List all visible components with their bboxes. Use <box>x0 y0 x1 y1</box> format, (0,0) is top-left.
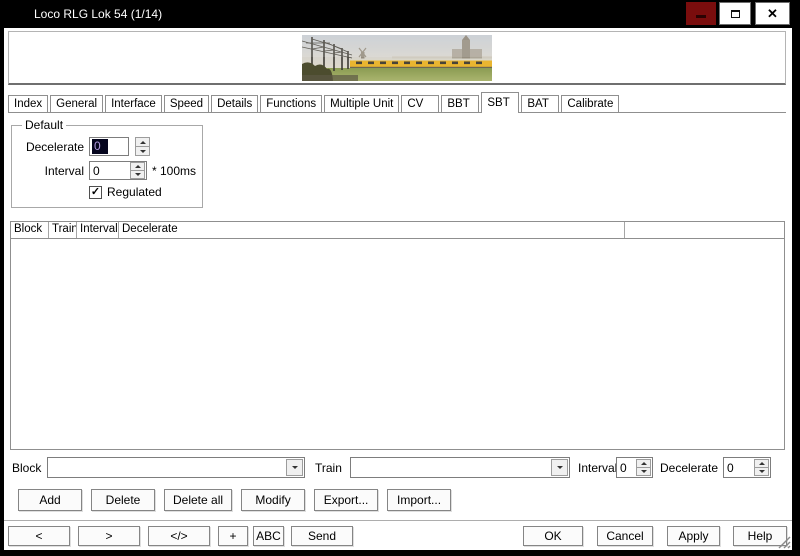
modify-button[interactable]: Modify <box>241 489 305 511</box>
block-combobox-arrow-button[interactable] <box>286 459 303 476</box>
train-combobox-value <box>351 458 550 477</box>
default-decelerate-input[interactable]: 0 <box>89 137 129 156</box>
resize-grip[interactable] <box>778 536 791 549</box>
close-button[interactable]: ✕ <box>755 2 790 25</box>
cancel-button[interactable]: Cancel <box>597 526 653 546</box>
spin-down-icon <box>759 470 765 473</box>
interval-unit-label: * 100ms <box>152 164 196 178</box>
tab-bbt[interactable]: BBT <box>441 95 479 112</box>
default-decelerate-spinner <box>135 137 150 156</box>
entry-train-label: Train <box>315 461 342 475</box>
titlebar[interactable]: Loco RLG Lok 54 (1/14) ✕ <box>0 0 800 28</box>
tab-multiple-unit[interactable]: Multiple Unit <box>324 95 399 112</box>
spin-up-icon <box>641 462 647 465</box>
default-interval-label: Interval <box>20 164 84 178</box>
dropdown-icon <box>292 466 298 469</box>
add-button[interactable]: Add <box>18 489 82 511</box>
entry-decelerate-input[interactable]: 0 <box>723 457 771 478</box>
default-interval-spinner <box>130 162 145 179</box>
tab-sbt[interactable]: SBT <box>481 92 519 113</box>
spin-up-icon <box>135 165 141 168</box>
spin-down-button[interactable] <box>636 467 651 476</box>
entry-interval-label: Interval <box>578 461 617 475</box>
groupbox-title: Default <box>22 118 66 132</box>
spin-down-icon <box>135 173 141 176</box>
delete-button[interactable]: Delete <box>91 489 155 511</box>
banner-panel <box>8 31 786 85</box>
entry-interval-value: 0 <box>617 461 635 475</box>
column-header-decelerate[interactable]: Decelerate <box>119 222 625 238</box>
check-icon: ✓ <box>91 186 100 198</box>
spin-down-icon <box>140 150 146 153</box>
train-combobox-arrow-button[interactable] <box>551 459 568 476</box>
table-header: Block Train Interval Decelerate <box>11 222 784 239</box>
default-interval-value: 0 <box>93 164 100 178</box>
add-loco-button[interactable]: + <box>218 526 248 546</box>
tab-cv[interactable]: CV <box>401 95 439 112</box>
tab-bar: Index General Interface Speed Details Fu… <box>8 92 786 113</box>
app-window: Loco RLG Lok 54 (1/14) ✕ <box>0 0 800 556</box>
block-combobox-value <box>48 458 285 477</box>
tab-details[interactable]: Details <box>211 95 258 112</box>
default-interval-row: Interval 0 * 100ms <box>20 161 196 180</box>
spin-down-button[interactable] <box>130 170 145 179</box>
spin-down-icon <box>641 470 647 473</box>
default-groupbox: Default Decelerate 0 Interval 0 <box>11 118 203 208</box>
column-header-block[interactable]: Block <box>11 222 49 238</box>
import-button[interactable]: Import... <box>387 489 451 511</box>
default-decelerate-label: Decelerate <box>20 140 84 154</box>
tab-general[interactable]: General <box>50 95 103 112</box>
send-button[interactable]: Send <box>291 526 353 546</box>
entry-decelerate-spinner <box>754 459 769 476</box>
tab-bat[interactable]: BAT <box>521 95 559 112</box>
entry-decelerate-label: Decelerate <box>660 461 718 475</box>
spin-up-icon <box>759 462 765 465</box>
bottom-bar: < > </> + ABC Send OK Cancel Apply Help <box>4 520 792 550</box>
train-photo <box>302 35 492 81</box>
export-button[interactable]: Export... <box>314 489 378 511</box>
default-decelerate-row: Decelerate 0 <box>20 137 196 156</box>
block-combobox[interactable] <box>47 457 305 478</box>
ok-button[interactable]: OK <box>523 526 583 546</box>
tab-index[interactable]: Index <box>8 95 48 112</box>
column-header-interval[interactable]: Interval <box>77 222 119 238</box>
spin-down-button[interactable] <box>135 146 150 156</box>
apply-button[interactable]: Apply <box>667 526 720 546</box>
table-body-empty[interactable] <box>11 239 784 450</box>
entry-interval-input[interactable]: 0 <box>616 457 653 478</box>
delete-all-button[interactable]: Delete all <box>164 489 232 511</box>
dropdown-icon <box>557 466 563 469</box>
dialog-body: Index General Interface Speed Details Fu… <box>4 28 792 550</box>
tab-functions[interactable]: Functions <box>260 95 322 112</box>
tab-speed[interactable]: Speed <box>164 95 209 112</box>
entry-interval-spinner <box>636 459 651 476</box>
tab-interface[interactable]: Interface <box>105 95 162 112</box>
next-loco-button[interactable]: > <box>78 526 140 546</box>
entry-decelerate-value: 0 <box>724 461 753 475</box>
regulated-checkbox[interactable]: ✓ <box>89 186 102 199</box>
tab-calibrate[interactable]: Calibrate <box>561 95 619 112</box>
abc-button[interactable]: ABC <box>253 526 284 546</box>
prev-loco-button[interactable]: < <box>8 526 70 546</box>
sbt-table: Block Train Interval Decelerate <box>10 221 785 450</box>
train-combobox[interactable] <box>350 457 570 478</box>
default-interval-input[interactable]: 0 <box>89 161 147 180</box>
minimize-icon <box>696 15 706 18</box>
column-header-filler <box>625 222 784 238</box>
column-header-train[interactable]: Train <box>49 222 77 238</box>
close-icon: ✕ <box>767 6 778 22</box>
spin-up-icon <box>140 141 146 144</box>
window-title: Loco RLG Lok 54 (1/14) <box>34 7 162 21</box>
prev-next-loco-button[interactable]: </> <box>148 526 210 546</box>
action-button-row: Add Delete Delete all Modify Export... I… <box>18 489 451 511</box>
maximize-icon <box>731 10 740 18</box>
regulated-label: Regulated <box>107 185 162 199</box>
minimize-button[interactable] <box>686 2 716 25</box>
spin-down-button[interactable] <box>754 467 769 476</box>
selected-text: 0 <box>92 139 108 154</box>
maximize-button[interactable] <box>719 2 751 25</box>
regulated-row: ✓ Regulated <box>89 185 196 199</box>
entry-block-label: Block <box>12 461 41 475</box>
